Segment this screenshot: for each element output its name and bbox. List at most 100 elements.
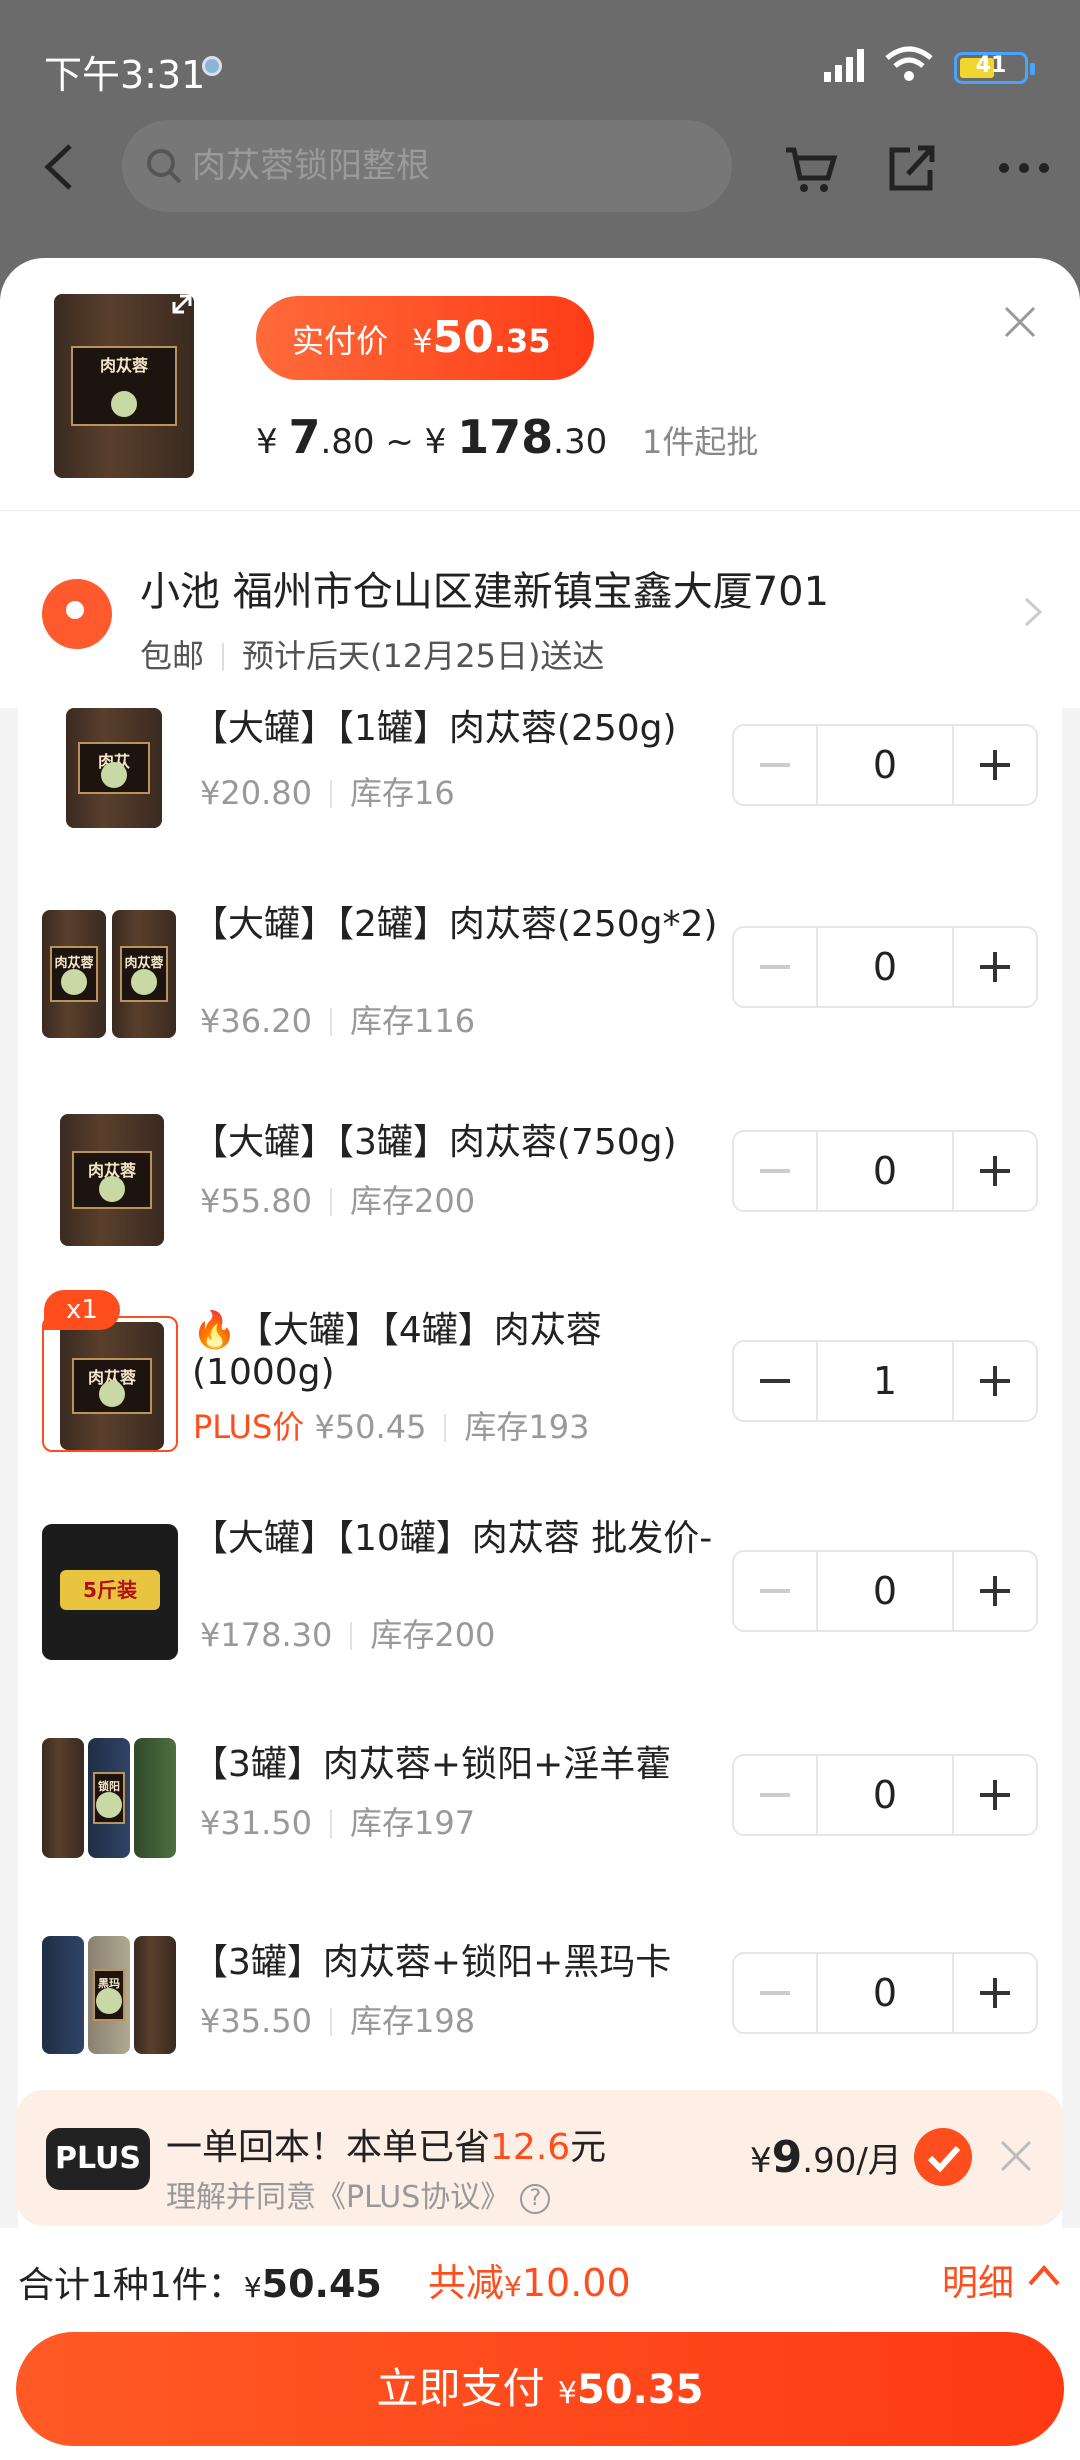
share-icon[interactable]: [882, 138, 942, 198]
sku-image[interactable]: 5斤装: [42, 1524, 178, 1660]
cart-icon[interactable]: [780, 138, 840, 198]
increase-button[interactable]: [954, 928, 1036, 1006]
plus-logo: PLUS: [46, 2128, 150, 2190]
location-pin-icon: [42, 579, 112, 649]
increase-button[interactable]: [954, 1132, 1036, 1210]
actual-price-pill: 实付价 ¥50.35: [256, 296, 594, 380]
plus-agreement[interactable]: 理解并同意《PLUS协议》?: [166, 2172, 551, 2216]
address-row[interactable]: 小池 福州市仓山区建新镇宝鑫大厦701 包邮 预计后天(12月25日)送达: [0, 510, 1080, 708]
increase-button[interactable]: [954, 1954, 1036, 2032]
sku-stock: 库存16: [349, 774, 455, 812]
status-time: 下午3:31: [44, 53, 206, 97]
sku-image[interactable]: 肉苁蓉: [42, 1114, 178, 1250]
sku-meta: ¥35.50 库存198: [200, 1996, 475, 2042]
search-placeholder: 肉苁蓉锁阳整根: [192, 146, 430, 186]
sku-meta: ¥20.80 库存16: [200, 768, 455, 814]
sku-meta: PLUS价 ¥50.45 库存193: [193, 1402, 590, 1448]
search-icon: [147, 149, 182, 184]
back-arrow-icon[interactable]: [40, 142, 80, 192]
sku-meta: ¥36.20 库存116: [200, 996, 475, 1042]
decrease-button[interactable]: [734, 1954, 816, 2032]
sku-stock: 库存197: [349, 1804, 476, 1842]
delivery-info: 包邮 预计后天(12月25日)送达: [140, 631, 604, 677]
decrease-button[interactable]: [734, 726, 816, 804]
address-text: 小池 福州市仓山区建新镇宝鑫大厦701: [140, 569, 830, 615]
detail-link[interactable]: 明细: [942, 2254, 1014, 2306]
sku-meta: ¥55.80 库存200: [200, 1176, 475, 1222]
sku-stock: 库存200: [349, 1182, 476, 1220]
order-total: 50.45: [261, 2262, 382, 2306]
expand-icon[interactable]: [168, 290, 196, 318]
decrease-button[interactable]: [734, 1756, 816, 1834]
more-icon[interactable]: [996, 138, 1056, 198]
help-icon[interactable]: ?: [520, 2184, 551, 2214]
sku-stock: 库存116: [349, 1002, 476, 1040]
increase-button[interactable]: [954, 1342, 1036, 1420]
sku-price: ¥35.50: [200, 2002, 312, 2040]
sku-image[interactable]: 锁阳: [42, 1738, 178, 1874]
shipping-label: 包邮: [140, 637, 205, 675]
quantity-value[interactable]: 0: [816, 1552, 954, 1630]
chevron-up-icon[interactable]: [1026, 2260, 1062, 2290]
discount-total: 共减¥10.00: [428, 2261, 631, 2305]
sheet-header: 肉苁蓉 实付价 ¥50.35 ¥ 7.80 ~ ¥ 178.30 1件起批: [0, 258, 1080, 510]
sku-image[interactable]: 肉苁蓉: [42, 1316, 178, 1452]
sku-meta: ¥31.50 库存197: [200, 1798, 475, 1844]
thumbnail-label: 肉苁蓉: [70, 345, 178, 427]
sku-price: ¥36.20: [200, 1002, 312, 1040]
close-icon[interactable]: [1000, 302, 1040, 342]
quantity-value[interactable]: 1: [816, 1342, 954, 1420]
quantity-value[interactable]: 0: [816, 1132, 954, 1210]
quantity-value[interactable]: 0: [816, 1954, 954, 2032]
quantity-stepper: 0: [732, 1550, 1038, 1632]
plus-savings-text: 一单回本！本单已省12.6元: [166, 2127, 607, 2168]
quantity-value[interactable]: 0: [816, 1756, 954, 1834]
sku-price: ¥55.80: [200, 1182, 312, 1220]
price-range: ¥ 7.80 ~ ¥ 178.30 1件起批: [256, 410, 759, 464]
sku-name: 【3罐】肉苁蓉+锁阳+淫羊藿: [192, 1744, 672, 1785]
sku-name: 【大罐】【1罐】肉苁蓉(250g): [192, 708, 677, 749]
order-summary: 合计1种1件：¥50.45: [18, 2262, 382, 2306]
battery-icon: 41: [954, 52, 1035, 84]
decrease-button[interactable]: [734, 928, 816, 1006]
quantity-stepper: 0: [732, 1754, 1038, 1836]
chevron-right-icon: [1024, 597, 1043, 627]
checkbox-checked-icon[interactable]: [914, 2128, 972, 2186]
increase-button[interactable]: [954, 726, 1036, 804]
sku-image[interactable]: 肉苁: [42, 708, 178, 844]
sku-stock: 库存198: [349, 2002, 476, 2040]
actual-price-dec: .35: [493, 322, 551, 360]
min-order: 1件起批: [642, 423, 759, 461]
quantity-value[interactable]: 0: [816, 726, 954, 804]
sku-price: ¥178.30: [200, 1616, 333, 1654]
increase-button[interactable]: [954, 1756, 1036, 1834]
sku-stock: 库存200: [370, 1616, 496, 1654]
quantity-stepper: 0: [732, 926, 1038, 1008]
sku-image[interactable]: 肉苁蓉 肉苁蓉: [42, 910, 178, 1046]
product-thumbnail[interactable]: 肉苁蓉: [38, 286, 210, 486]
sku-name: 🔥【大罐】【4罐】肉苁蓉(1000g): [192, 1310, 602, 1393]
sku-name: 【大罐】【2罐】肉苁蓉(250g*2): [192, 904, 718, 945]
sku-image[interactable]: 黑玛卡: [42, 1936, 178, 2072]
decrease-button[interactable]: [734, 1552, 816, 1630]
top-bar: 肉苁蓉锁阳整根: [0, 120, 1080, 212]
close-icon[interactable]: [996, 2136, 1036, 2176]
quantity-value[interactable]: 0: [816, 928, 954, 1006]
sku-price: ¥31.50: [200, 1804, 312, 1842]
signal-icon: [824, 49, 864, 82]
sku-price: ¥50.45: [314, 1408, 427, 1446]
plus-price: ¥9.90/月: [750, 2132, 902, 2183]
decrease-button[interactable]: [734, 1132, 816, 1210]
sku-meta: ¥178.30 库存200: [200, 1610, 495, 1656]
quantity-stepper: 0: [732, 724, 1038, 806]
pay-now-button[interactable]: 立即支付 ¥50.35: [16, 2332, 1064, 2446]
sku-price: ¥20.80: [200, 774, 312, 812]
wifi-icon: [885, 46, 933, 81]
sku-name: 【大罐】【3罐】肉苁蓉(750g): [192, 1122, 677, 1163]
increase-button[interactable]: [954, 1552, 1036, 1630]
search-input[interactable]: 肉苁蓉锁阳整根: [122, 120, 732, 212]
quantity-badge: x1: [44, 1290, 120, 1330]
sku-name: 【3罐】肉苁蓉+锁阳+黑玛卡: [192, 1942, 672, 1983]
notification-dot-icon: [202, 56, 222, 76]
decrease-button[interactable]: [734, 1342, 816, 1420]
